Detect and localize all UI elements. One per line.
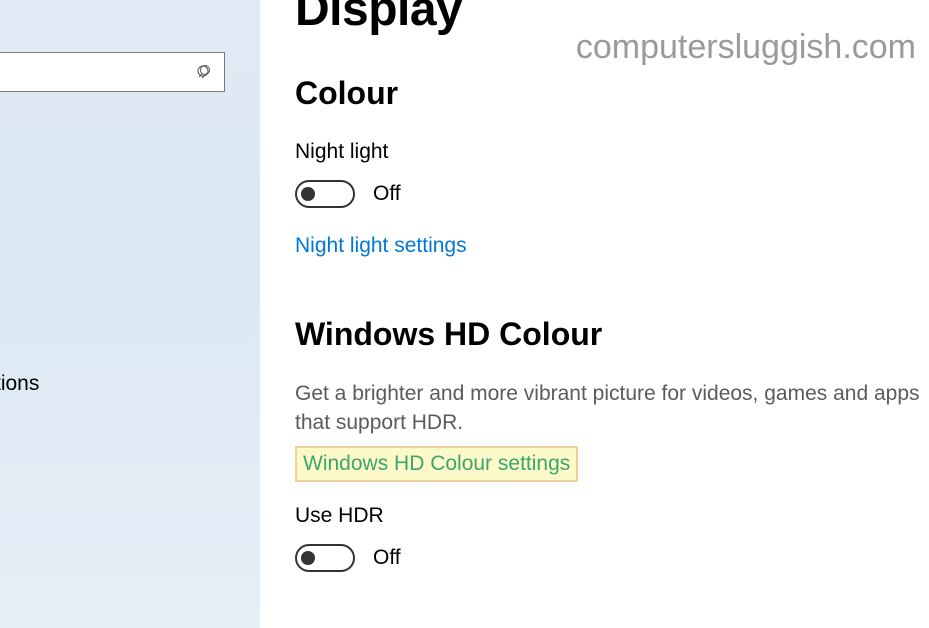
- use-hdr-label: Use HDR: [295, 504, 929, 528]
- use-hdr-toggle[interactable]: [295, 544, 355, 572]
- night-light-toggle-row: Off: [295, 180, 929, 208]
- toggle-knob: [301, 187, 315, 201]
- hd-colour-settings-link[interactable]: Windows HD Colour settings: [295, 446, 578, 482]
- night-light-label: Night light: [295, 140, 929, 164]
- watermark: computersluggish.com: [576, 28, 916, 67]
- hd-description: Get a brighter and more vibrant picture …: [295, 379, 929, 438]
- hd-colour-heading: Windows HD Colour: [295, 316, 929, 353]
- search-input[interactable]: [0, 52, 225, 92]
- night-light-toggle[interactable]: [295, 180, 355, 208]
- use-hdr-toggle-row: Off: [295, 544, 929, 572]
- sidebar: tions: [0, 0, 260, 628]
- sidebar-item-partial[interactable]: tions: [0, 372, 39, 396]
- night-light-state: Off: [373, 182, 401, 206]
- search-icon: [196, 64, 212, 80]
- use-hdr-state: Off: [373, 546, 401, 570]
- night-light-settings-link[interactable]: Night light settings: [295, 234, 467, 258]
- toggle-knob: [301, 551, 315, 565]
- colour-heading: Colour: [295, 75, 929, 112]
- main-content: computersluggish.com Display Colour Nigh…: [260, 0, 929, 628]
